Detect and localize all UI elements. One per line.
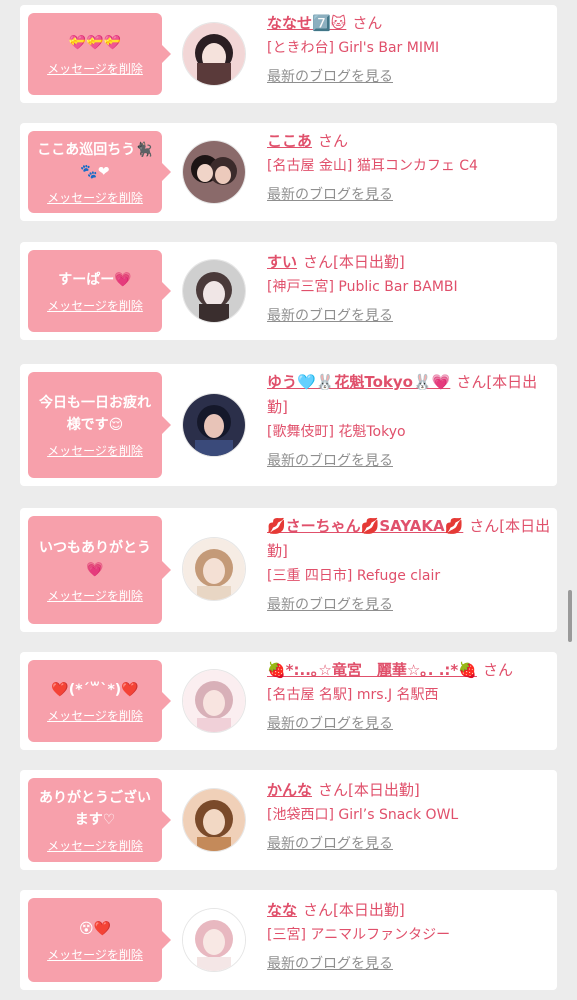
- avatar[interactable]: [183, 394, 245, 456]
- name-line: かんな さん[本日出勤]: [267, 778, 551, 803]
- delete-message-link[interactable]: メッセージを削除: [47, 946, 143, 963]
- avatar-image: [183, 909, 245, 971]
- shop-name: [三宮] アニマルファンタジー: [267, 927, 451, 943]
- delete-message-link[interactable]: メッセージを削除: [47, 707, 143, 724]
- message-text: ここあ巡回ちう🐈‍⬛🐾❤: [37, 141, 153, 180]
- cast-name-link[interactable]: ゆう🩵🐰花魁Tokyo🐰💗: [267, 373, 450, 391]
- name-suffix: さん: [352, 14, 383, 32]
- card-info: 🍓*:..｡☆竜宮 麗華☆｡. .:*🍓 さん [名古屋 名駅] mrs.J 名駅…: [267, 658, 551, 733]
- message-card: 💝💝💝 メッセージを削除 ななせ7️⃣🐱 さん [ときわ台] Girl's Bar…: [20, 5, 557, 103]
- message-text: すーぱー💗: [58, 271, 132, 288]
- avatar-image: [183, 141, 245, 203]
- cast-name-link[interactable]: 🍓*:..｡☆竜宮 麗華☆｡. .:*🍓: [267, 661, 477, 679]
- message-card: ありがとうございます♡ メッセージを削除 かんな さん[本日出勤] [池袋西口] …: [20, 770, 557, 870]
- card-info: ここあ さん [名古屋 金山] 猫耳コンカフェ C4 最新のブログを見る: [267, 129, 551, 204]
- delete-message-link[interactable]: メッセージを削除: [47, 587, 143, 604]
- latest-blog-link[interactable]: 最新のブログを見る: [267, 594, 393, 614]
- cast-name-link[interactable]: かんな: [267, 781, 312, 799]
- message-card: すーぱー💗 メッセージを削除 すい さん[本日出勤] [神戸三宮] Public …: [20, 242, 557, 340]
- shop-name: [名古屋 名駅] mrs.J 名駅西: [267, 687, 439, 703]
- message-card: ❤️(*´꒳`*)❤️ メッセージを削除 🍓*:..｡☆竜宮 麗華☆｡. .:*…: [20, 652, 557, 750]
- avatar[interactable]: [183, 538, 245, 600]
- message-bubble: 今日も一日お疲れ様です😌 メッセージを削除: [28, 372, 171, 478]
- avatar[interactable]: [183, 260, 245, 322]
- latest-blog-link[interactable]: 最新のブログを見る: [267, 305, 393, 325]
- delete-message-link[interactable]: メッセージを削除: [47, 837, 143, 854]
- latest-blog-link[interactable]: 最新のブログを見る: [267, 953, 393, 973]
- message-text: 💝💝💝: [68, 34, 122, 51]
- message-text: 😵❤️: [78, 920, 112, 937]
- message-card: ここあ巡回ちう🐈‍⬛🐾❤ メッセージを削除 ここあ さん [名古屋 金山] 猫耳コ…: [20, 123, 557, 221]
- avatar-image: [183, 538, 245, 600]
- card-info: ゆう🩵🐰花魁Tokyo🐰💗 さん[本日出勤] [歌舞伎町] 花魁Tokyo 最新の…: [267, 370, 551, 470]
- shop-name: [神戸三宮] Public Bar BAMBI: [267, 279, 458, 295]
- cast-name-link[interactable]: ここあ: [267, 132, 312, 150]
- name-suffix: さん: [318, 132, 349, 150]
- card-info: すい さん[本日出勤] [神戸三宮] Public Bar BAMBI 最新のブロ…: [267, 250, 551, 325]
- cast-name-link[interactable]: ななせ7️⃣🐱: [267, 14, 346, 32]
- avatar-image: [183, 394, 245, 456]
- shop-name: [ときわ台] Girl's Bar MIMI: [267, 40, 440, 56]
- latest-blog-link[interactable]: 最新のブログを見る: [267, 184, 393, 204]
- scrollbar[interactable]: [568, 590, 572, 642]
- shop-name: [三重 四日市] Refuge clair: [267, 568, 441, 584]
- card-info: かんな さん[本日出勤] [池袋西口] Girl’s Snack OWL 最新のブ…: [267, 778, 551, 853]
- message-text: ❤️(*´꒳`*)❤️: [51, 681, 139, 698]
- message-card: いつもありがとう💗 メッセージを削除 💋さーちゃん💋SAYAKA💋 さん[本日出勤…: [20, 508, 557, 632]
- message-text: 今日も一日お疲れ様です😌: [39, 394, 151, 433]
- name-suffix: さん: [482, 661, 513, 679]
- cast-name-link[interactable]: 💋さーちゃん💋SAYAKA💋: [267, 517, 463, 535]
- avatar[interactable]: [183, 789, 245, 851]
- delete-message-link[interactable]: メッセージを削除: [47, 297, 143, 314]
- message-bubble: ありがとうございます♡ メッセージを削除: [28, 778, 171, 862]
- name-line: すい さん[本日出勤]: [267, 250, 551, 275]
- cast-name-link[interactable]: なな: [267, 901, 297, 919]
- avatar[interactable]: [183, 23, 245, 85]
- message-bubble: ここあ巡回ちう🐈‍⬛🐾❤ メッセージを削除: [28, 131, 171, 213]
- name-line: ゆう🩵🐰花魁Tokyo🐰💗 さん[本日出勤]: [267, 370, 551, 420]
- delete-message-link[interactable]: メッセージを削除: [47, 189, 143, 206]
- name-suffix: さん[本日出勤]: [303, 901, 405, 919]
- avatar-image: [183, 23, 245, 85]
- message-card: 😵❤️ メッセージを削除 なな さん[本日出勤] [三宮] アニマルファンタジー …: [20, 890, 557, 990]
- message-bubble: いつもありがとう💗 メッセージを削除: [28, 516, 171, 624]
- message-text: ありがとうございます♡: [39, 789, 151, 828]
- avatar[interactable]: [183, 909, 245, 971]
- name-line: ななせ7️⃣🐱 さん: [267, 11, 551, 36]
- message-bubble: 😵❤️ メッセージを削除: [28, 898, 171, 982]
- latest-blog-link[interactable]: 最新のブログを見る: [267, 713, 393, 733]
- name-line: なな さん[本日出勤]: [267, 898, 551, 923]
- shop-name: [名古屋 金山] 猫耳コンカフェ C4: [267, 158, 478, 174]
- card-info: 💋さーちゃん💋SAYAKA💋 さん[本日出勤] [三重 四日市] Refuge c…: [267, 514, 551, 614]
- name-line: ここあ さん: [267, 129, 551, 154]
- latest-blog-link[interactable]: 最新のブログを見る: [267, 450, 393, 470]
- avatar[interactable]: [183, 670, 245, 732]
- name-suffix: さん[本日出勤]: [303, 253, 405, 271]
- name-line: 🍓*:..｡☆竜宮 麗華☆｡. .:*🍓 さん: [267, 658, 551, 683]
- message-bubble: すーぱー💗 メッセージを削除: [28, 250, 171, 332]
- message-bubble: ❤️(*´꒳`*)❤️ メッセージを削除: [28, 660, 171, 742]
- latest-blog-link[interactable]: 最新のブログを見る: [267, 833, 393, 853]
- card-info: なな さん[本日出勤] [三宮] アニマルファンタジー 最新のブログを見る: [267, 898, 551, 973]
- shop-name: [歌舞伎町] 花魁Tokyo: [267, 424, 406, 440]
- delete-message-link[interactable]: メッセージを削除: [47, 442, 143, 459]
- latest-blog-link[interactable]: 最新のブログを見る: [267, 66, 393, 86]
- name-suffix: さん[本日出勤]: [318, 781, 420, 799]
- cast-name-link[interactable]: すい: [267, 253, 297, 271]
- card-info: ななせ7️⃣🐱 さん [ときわ台] Girl's Bar MIMI 最新のブログを…: [267, 11, 551, 86]
- avatar-image: [183, 260, 245, 322]
- avatar-image: [183, 789, 245, 851]
- avatar[interactable]: [183, 141, 245, 203]
- name-line: 💋さーちゃん💋SAYAKA💋 さん[本日出勤]: [267, 514, 551, 564]
- shop-name: [池袋西口] Girl’s Snack OWL: [267, 807, 459, 823]
- message-card: 今日も一日お疲れ様です😌 メッセージを削除 ゆう🩵🐰花魁Tokyo🐰💗 さん[本日…: [20, 364, 557, 486]
- avatar-image: [183, 670, 245, 732]
- delete-message-link[interactable]: メッセージを削除: [47, 60, 143, 77]
- message-bubble: 💝💝💝 メッセージを削除: [28, 13, 171, 95]
- message-text: いつもありがとう💗: [39, 539, 151, 578]
